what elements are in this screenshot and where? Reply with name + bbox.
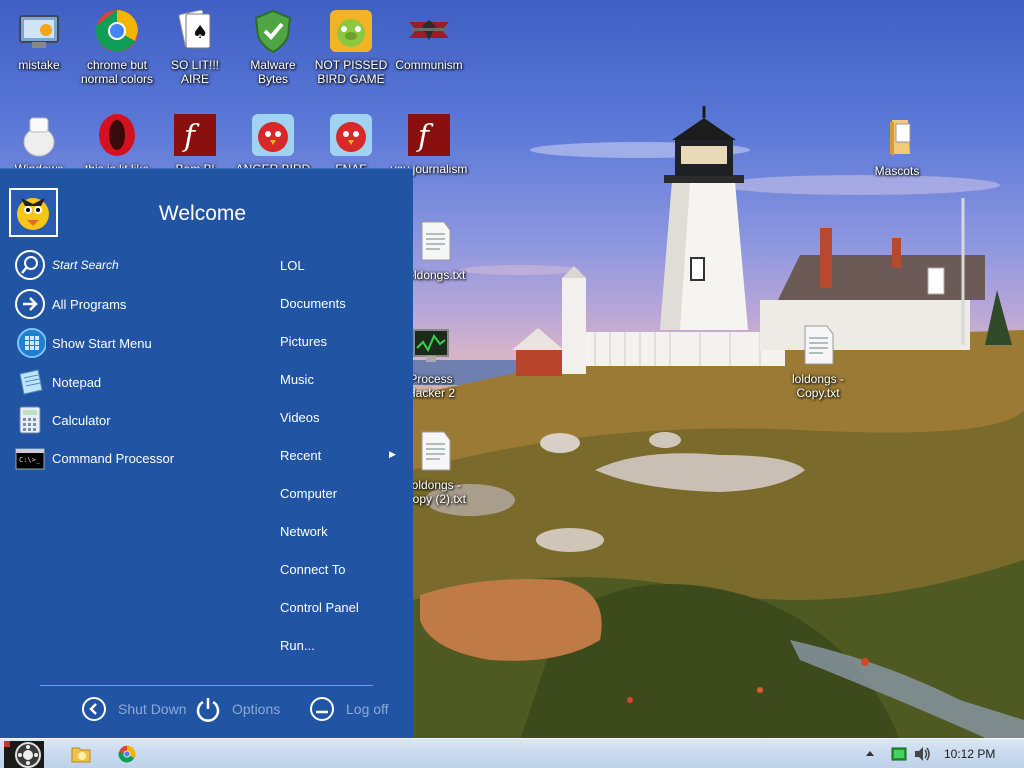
taskbar-chrome-button[interactable] [112,742,142,766]
angry-bird-icon [328,112,374,158]
logoff-icon [308,695,336,723]
volume-icon [915,747,930,761]
show-start-menu-label: Show Start Menu [52,335,152,351]
desktop-icon-label: Communism [395,58,463,72]
cards-icon: ♠ [172,8,218,54]
desktop-icon-malwarebytes[interactable]: Malware Bytes [234,8,312,86]
text-file-icon [412,428,458,474]
taskbar: 10:12 PM [0,738,1024,768]
arrow-right-icon [14,288,46,320]
divider [40,685,373,686]
desktop-icon-label: chrome but normal colors [80,58,154,86]
opera-icon [94,112,140,158]
desktop-icon-opera[interactable]: this is lit like [78,112,156,176]
desktop-icon-label: Mascots [874,164,920,178]
menu-item-connect-to[interactable]: Connect To [280,562,346,577]
desktop-icon-loldongs-copy[interactable]: loldongs - Copy.txt [779,322,857,400]
monitor-icon [16,8,62,54]
command-processor-label: Command Processor [52,450,175,466]
menu-item-pictures[interactable]: Pictures [280,334,327,349]
shutdown-icon [80,695,108,723]
submenu-arrow-icon: ▶ [389,449,396,459]
show-start-menu[interactable]: Show Start Menu [14,327,152,359]
menu-item-recent[interactable]: Recent [280,448,321,463]
network-tray-button[interactable] [887,742,911,766]
options-button[interactable]: Options [194,695,280,723]
desktop-icon-chrome[interactable]: chrome but normal colors [78,8,156,86]
grid-icon [14,327,46,359]
chevron-up-icon [866,751,874,756]
flash-icon: f [172,112,218,158]
desktop-icon-fnaf[interactable]: FNAF [312,112,390,176]
emblem-icon [406,8,452,54]
start-search-label: Start Search [52,258,119,272]
command-prompt-icon: C:\>_ [14,442,46,474]
angry-bird-icon [250,112,296,158]
desktop-icon-label: loldongs - Copy.txt [791,372,845,400]
options-label: Options [232,701,281,717]
calculator-label: Calculator [52,412,111,428]
start-search[interactable]: Start Search [14,249,119,281]
show-hidden-icons-button[interactable] [860,742,880,766]
chrome-icon [94,8,140,54]
folder-icon [71,747,91,763]
command-processor[interactable]: C:\>_ Command Processor [14,442,174,474]
desktop-icon-windows[interactable]: Windows [0,112,78,176]
welcome-heading: Welcome [158,202,247,225]
desktop-icon-label: NOT PISSED BIRD GAME [314,58,388,86]
logoff-button[interactable]: Log off [308,695,389,723]
text-file-icon [795,322,841,368]
search-icon [14,249,46,281]
desktop-icon-label: SO LIT!!! AIRE [170,58,219,86]
shield-icon [250,8,296,54]
menu-item-computer[interactable]: Computer [280,486,337,501]
desktop-icon-label: mistake [18,58,60,72]
start-menu: Welcome Start Search All Programs Show S… [0,168,413,738]
svg-text:♠: ♠ [192,22,208,43]
desktop-icon-flash-2[interactable]: f yay journalism [390,112,468,176]
logoff-label: Log off [346,701,389,717]
desktop-icon-solitaire[interactable]: ♠ SO LIT!!! AIRE [156,8,234,86]
desktop-icon-mascots[interactable]: Mascots [858,114,936,178]
all-programs[interactable]: All Programs [14,288,126,320]
shutdown-button[interactable]: Shut Down [80,695,186,723]
network-icon [891,747,907,761]
volume-tray-button[interactable] [910,742,934,766]
green-pig-icon [328,8,374,54]
start-button[interactable] [2,740,46,768]
text-file-icon [412,218,458,264]
flash-icon: f [406,112,452,158]
clock[interactable]: 10:12 PM [944,747,995,761]
menu-item-control-panel[interactable]: Control Panel [280,600,359,615]
menu-item-music[interactable]: Music [280,372,314,387]
notepad[interactable]: Notepad [14,366,101,398]
menu-item-documents[interactable]: Documents [280,296,346,311]
start-orb-icon [4,740,44,768]
menu-item-videos[interactable]: Videos [280,410,320,425]
calculator[interactable]: Calculator [14,404,111,436]
printer-icon [16,112,62,158]
notepad-icon [14,366,46,398]
desktop-icon-anger-bird[interactable]: ANGER BIRD [234,112,312,176]
shutdown-label: Shut Down [118,701,187,717]
desktop-icon-communism[interactable]: Communism [390,8,468,72]
menu-item-lol[interactable]: LOL [280,258,305,273]
all-programs-label: All Programs [52,296,127,312]
notepad-label: Notepad [52,374,102,390]
menu-item-run[interactable]: Run... [280,638,315,653]
svg-text:C:\>_: C:\>_ [19,456,41,464]
chrome-icon [118,745,136,763]
desktop-icon-label: Malware Bytes [250,58,296,86]
desktop-icon-flash-1[interactable]: f Bam Bl [156,112,234,176]
calculator-icon [14,404,46,436]
desktop-icon-mistake[interactable]: mistake [0,8,78,72]
taskbar-explorer-button[interactable] [66,742,96,766]
folder-icon [874,114,920,160]
user-avatar[interactable] [9,188,58,237]
desktop-icon-pig-game[interactable]: NOT PISSED BIRD GAME [312,8,390,86]
power-icon [194,695,222,723]
process-monitor-icon [408,322,454,368]
menu-item-network[interactable]: Network [280,524,328,539]
